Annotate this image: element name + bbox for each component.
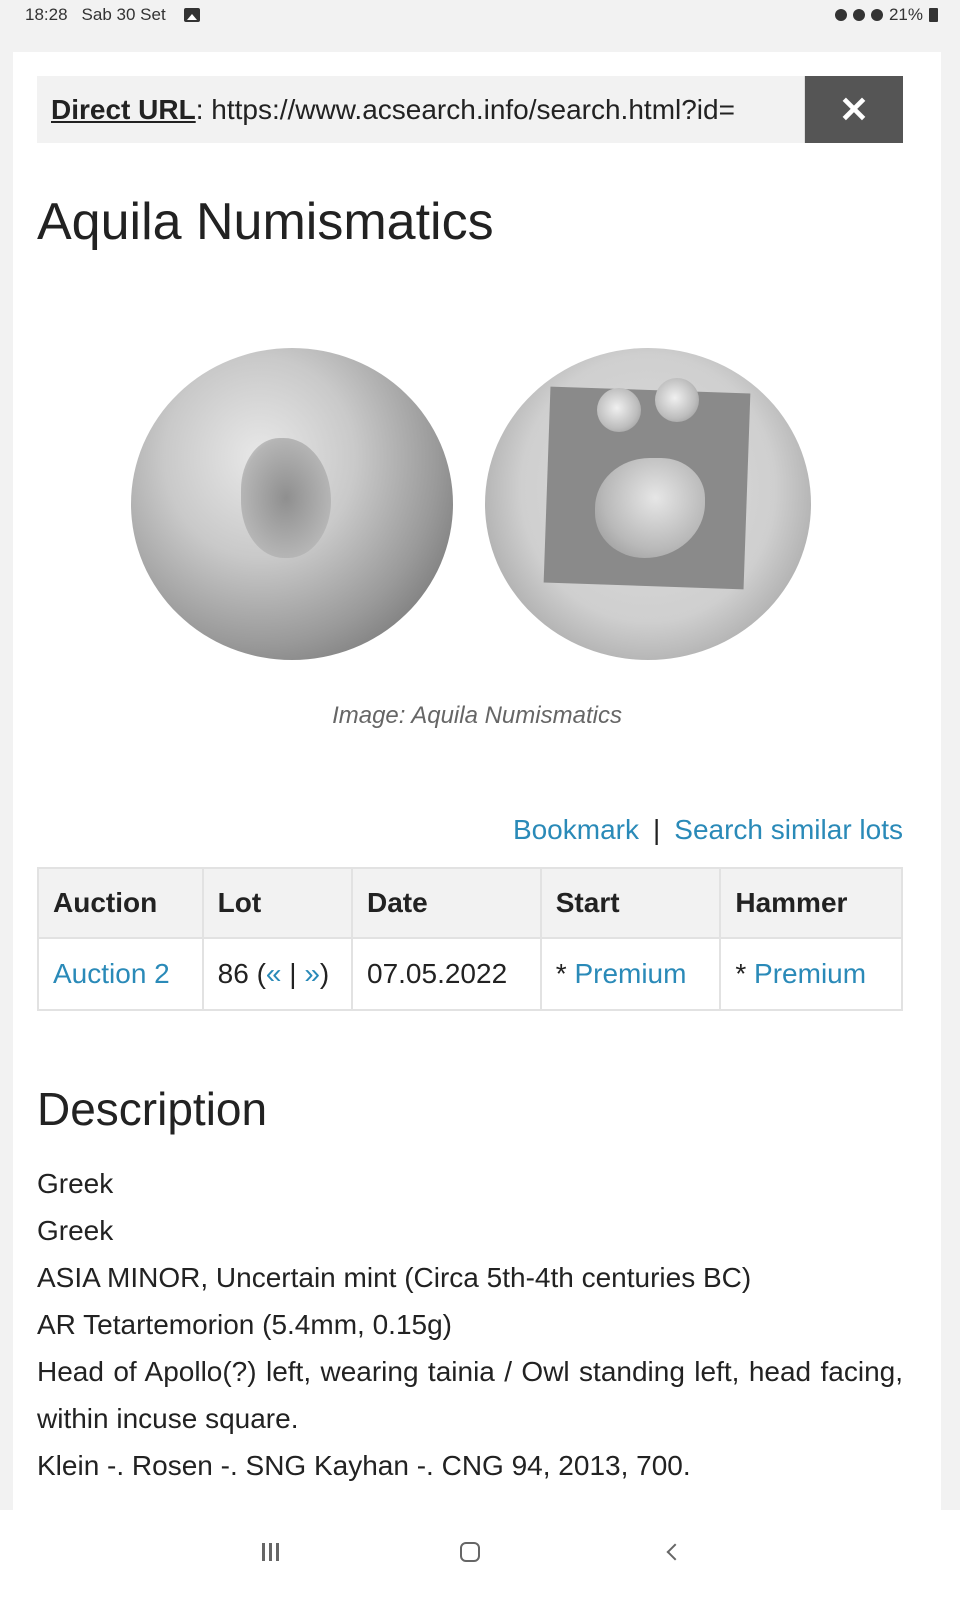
table-row: Auction 2 86 (« | ») 07.05.2022 * Premiu…	[37, 937, 903, 1011]
description-line: Greek	[37, 1215, 114, 1246]
close-button[interactable]: ✕	[805, 76, 903, 143]
description-line: Head of Apollo(?) left, wearing tainia /…	[37, 1356, 903, 1434]
auction-link[interactable]: Auction 2	[53, 958, 170, 989]
direct-url-separator: :	[195, 94, 212, 125]
home-icon[interactable]	[440, 1530, 500, 1570]
next-lot-link[interactable]: »	[304, 958, 320, 989]
gallery-icon	[183, 8, 200, 22]
start-prefix: *	[555, 958, 575, 989]
lot-nav-separator: |	[281, 958, 305, 989]
status-time: 18:28	[25, 5, 68, 24]
wifi-icon	[870, 9, 883, 21]
lot-card: Direct URL: https://www.acsearch.info/se…	[13, 52, 941, 1544]
header-auction: Auction	[37, 867, 204, 939]
lot-number: 86 (	[217, 958, 266, 989]
coin-image[interactable]	[131, 342, 811, 662]
image-caption: Image: Aquila Numismatics	[332, 702, 622, 729]
description-title: Description	[37, 1083, 268, 1135]
owl-eye	[655, 378, 699, 422]
header-lot: Lot	[201, 867, 354, 939]
description-line: ASIA MINOR, Uncertain mint (Circa 5th-4t…	[37, 1262, 752, 1293]
cell-date: 07.05.2022	[351, 937, 542, 1011]
header-start: Start	[539, 867, 722, 939]
system-nav-bar	[0, 1510, 960, 1600]
cell-start: * Premium	[539, 937, 722, 1011]
description-body: Greek Greek ASIA MINOR, Uncertain mint (…	[37, 1160, 903, 1489]
description-line: AR Tetartemorion (5.4mm, 0.15g)	[37, 1309, 452, 1340]
battery-icon	[929, 8, 938, 22]
page-title: Aquila Numismatics	[37, 193, 494, 251]
status-bar: 18:28 Sab 30 Set 21%	[0, 0, 960, 30]
coin-reverse	[485, 348, 811, 660]
start-premium-link[interactable]: Premium	[574, 958, 686, 989]
owl-eye	[597, 388, 641, 432]
hammer-premium-link[interactable]: Premium	[754, 958, 866, 989]
cell-hammer: * Premium	[719, 937, 903, 1011]
search-similar-link[interactable]: Search similar lots	[674, 814, 903, 845]
alarm-icon	[834, 9, 847, 21]
direct-url-value[interactable]: https://www.acsearch.info/search.html?id…	[211, 94, 735, 125]
auction-table: Auction Lot Date Start Hammer Auction 2 …	[37, 867, 903, 1011]
header-hammer: Hammer	[719, 867, 903, 939]
table-header-row: Auction Lot Date Start Hammer	[37, 867, 903, 939]
back-icon[interactable]	[645, 1530, 705, 1570]
cell-lot: 86 (« | »)	[201, 937, 354, 1011]
status-date: Sab 30 Set	[81, 5, 166, 24]
direct-url-field[interactable]: Direct URL: https://www.acsearch.info/se…	[37, 76, 805, 143]
link-separator: |	[652, 814, 661, 845]
header-date: Date	[351, 867, 542, 939]
recents-icon[interactable]	[240, 1530, 300, 1570]
battery-level: 21%	[888, 5, 923, 24]
hammer-prefix: *	[735, 958, 755, 989]
coin-obverse	[131, 348, 453, 660]
lot-close-paren: )	[319, 958, 330, 989]
description-line: Greek	[37, 1168, 114, 1199]
prev-lot-link[interactable]: «	[266, 958, 282, 989]
lot-actions: Bookmark | Search similar lots	[513, 814, 903, 846]
description-line: Klein -. Rosen -. SNG Kayhan -. CNG 94, …	[37, 1450, 691, 1481]
direct-url-label: Direct URL	[51, 94, 196, 125]
cell-auction: Auction 2	[37, 937, 204, 1011]
close-icon: ✕	[838, 89, 870, 130]
mute-icon	[852, 9, 865, 21]
bookmark-link[interactable]: Bookmark	[513, 814, 639, 845]
